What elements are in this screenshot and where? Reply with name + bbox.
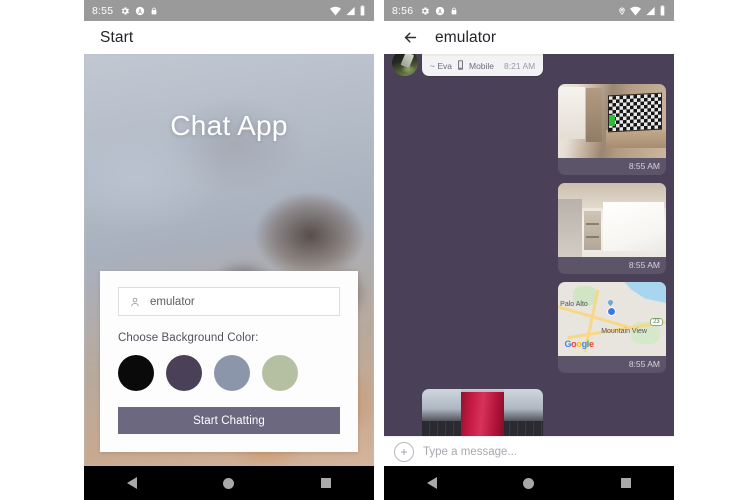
start-form-card: emulator Choose Background Color: Start … (100, 271, 358, 452)
plus-circle-icon[interactable]: + (394, 441, 414, 462)
avatar (392, 54, 418, 76)
message-input[interactable]: Type a message... (423, 446, 664, 458)
message-image (558, 183, 666, 257)
back-icon[interactable] (109, 466, 155, 500)
status-bar-notification-icons (120, 6, 158, 16)
status-bar-notification-icons (420, 6, 458, 16)
chat-body: ~ Eva Mobile 8:21 AM 8:55 AM 8:55 AM Pal… (384, 54, 674, 466)
right-toolbar: emulator (384, 21, 674, 54)
map-label-palo-alto: Palo Alto (560, 301, 588, 309)
battery-icon (360, 5, 365, 16)
color-swatch-2[interactable] (166, 355, 202, 391)
person-icon (131, 297, 139, 306)
message-composer: + Type a message... (384, 436, 674, 466)
phone-icon (457, 60, 464, 72)
android-auto-icon (436, 6, 445, 15)
left-android-nav-bar (84, 466, 374, 500)
status-bar-system-icons (618, 5, 666, 16)
location-icon (619, 7, 625, 15)
message-sender: ~ Eva (430, 61, 452, 71)
color-swatch-group (118, 355, 340, 391)
message-meta: ~ Eva Mobile 8:21 AM (422, 56, 543, 76)
start-chatting-button[interactable]: Start Chatting (118, 407, 340, 434)
message-bubble[interactable]: 8:55 AM (558, 84, 666, 175)
home-icon[interactable] (206, 466, 252, 500)
username-input-value: emulator (150, 295, 195, 308)
left-phone-start-screen: 8:55 Start Chat App emulator Choose Back… (84, 0, 374, 500)
android-auto-icon (136, 6, 145, 15)
message-image: Palo Alto Mountain View Google 23 (558, 282, 666, 356)
signal-icon (346, 6, 355, 15)
home-icon[interactable] (506, 466, 552, 500)
message-image (422, 389, 544, 436)
right-android-nav-bar (384, 466, 674, 500)
message-bubble[interactable]: ~ Eva Mobile 8:56 AM (422, 389, 544, 436)
signal-icon (646, 6, 655, 15)
wifi-icon (330, 6, 341, 15)
recents-icon[interactable] (603, 466, 649, 500)
message-time: 8:21 AM (504, 61, 536, 71)
message-image (422, 54, 544, 56)
chat-room-title: emulator (435, 28, 497, 46)
wifi-icon (630, 6, 641, 15)
back-arrow-icon[interactable] (400, 28, 420, 48)
status-bar-system-icons (329, 5, 366, 16)
color-swatch-3[interactable] (214, 355, 250, 391)
color-swatch-1[interactable] (118, 355, 154, 391)
message-row-3: Palo Alto Mountain View Google 23 8:55 A… (392, 282, 666, 373)
message-row-0: ~ Eva Mobile 8:21 AM (392, 54, 666, 76)
google-logo: Google (564, 338, 594, 349)
back-icon[interactable] (409, 466, 455, 500)
username-input[interactable]: emulator (118, 287, 340, 316)
message-bubble[interactable]: ~ Eva Mobile 8:21 AM (422, 54, 544, 76)
right-phone-chat-screen: 8:56 emulator ~ Eva Mobile 8:21 AM 8:55 … (384, 0, 674, 500)
message-row-4: ~ Eva Mobile 8:56 AM (392, 389, 666, 436)
message-row-2: 8:55 AM (392, 183, 666, 274)
right-status-bar: 8:56 (384, 0, 674, 21)
map-route-badge: 23 (650, 317, 663, 326)
settings-gear-icon (122, 6, 130, 15)
status-bar-clock: 8:56 (392, 4, 414, 17)
recents-icon[interactable] (303, 466, 349, 500)
color-swatch-4[interactable] (262, 355, 298, 391)
battery-icon (660, 5, 665, 16)
map-label-mountain-view: Mountain View (601, 327, 647, 335)
message-bubble[interactable]: 8:55 AM (558, 183, 666, 274)
left-toolbar: Start (84, 21, 374, 54)
message-device: Mobile (468, 61, 495, 71)
lock-icon (451, 7, 457, 14)
message-time: 8:55 AM (628, 260, 660, 270)
start-screen-body: Chat App emulator Choose Background Colo… (84, 54, 374, 466)
left-status-bar: 8:55 (84, 0, 374, 21)
background-color-label: Choose Background Color: (118, 332, 259, 344)
message-bubble[interactable]: Palo Alto Mountain View Google 23 8:55 A… (558, 282, 666, 373)
page-title: Start (100, 28, 134, 46)
message-row-1: 8:55 AM (392, 84, 666, 175)
two-phone-screenshot-stage: 8:55 Start Chat App emulator Choose Back… (0, 0, 750, 500)
lock-icon (151, 7, 157, 14)
app-title: Chat App (170, 110, 288, 141)
message-time: 8:55 AM (628, 161, 660, 171)
message-time: 8:55 AM (628, 359, 660, 369)
status-bar-clock: 8:55 (92, 4, 114, 17)
message-list[interactable]: ~ Eva Mobile 8:21 AM 8:55 AM 8:55 AM Pal… (384, 54, 674, 436)
message-image (558, 84, 666, 158)
settings-gear-icon (422, 6, 430, 15)
